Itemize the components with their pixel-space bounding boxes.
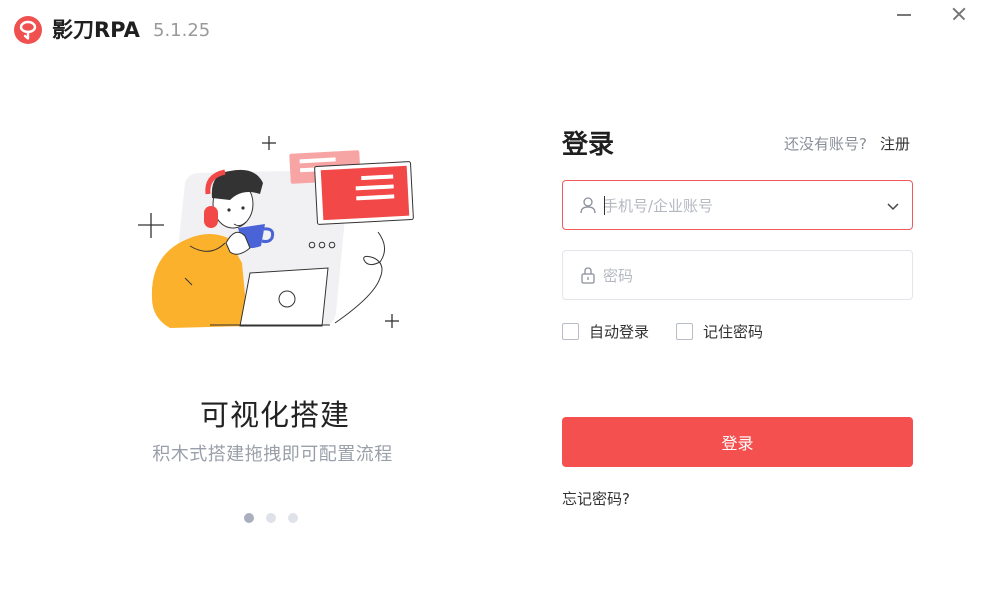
app-version: 5.1.25 (153, 20, 211, 41)
chevron-down-icon[interactable] (884, 197, 902, 215)
username-field[interactable] (562, 180, 913, 230)
remember-password-checkbox[interactable] (676, 322, 693, 340)
slide-title: 可视化搭建 (199, 398, 350, 432)
minimize-icon[interactable] (888, 2, 920, 26)
forgot-password-link[interactable]: 忘记密码? (562, 488, 630, 509)
slide-subtitle: 积木式搭建拖拽即可配置流程 (152, 444, 393, 465)
remember-password-option[interactable]: 记住密码 (676, 320, 763, 342)
user-icon (580, 197, 596, 214)
title-bar: 影刀RPA 5.1.25 (0, 0, 985, 60)
username-input[interactable] (603, 193, 873, 219)
app-name: 影刀RPA (52, 18, 140, 42)
no-account-text: 还没有账号? (784, 135, 867, 153)
login-title: 登录 (562, 130, 615, 160)
carousel-dot-2[interactable] (266, 513, 276, 523)
app-logo-icon (14, 16, 42, 44)
text-caret (604, 196, 605, 215)
close-icon[interactable] (943, 2, 975, 26)
password-field[interactable] (562, 250, 913, 300)
lock-icon (581, 267, 595, 284)
auto-login-checkbox[interactable] (562, 322, 579, 340)
carousel-indicators (244, 513, 298, 525)
login-button[interactable]: 登录 (562, 417, 913, 467)
auto-login-option[interactable]: 自动登录 (562, 320, 649, 342)
remember-password-label: 记住密码 (703, 322, 764, 341)
register-link[interactable]: 注册 (880, 133, 910, 154)
carousel-dot-3[interactable] (288, 513, 298, 523)
auto-login-label: 自动登录 (589, 322, 650, 341)
carousel-illustration (138, 136, 414, 328)
password-input[interactable] (603, 263, 873, 289)
carousel-dot-1[interactable] (244, 513, 254, 523)
